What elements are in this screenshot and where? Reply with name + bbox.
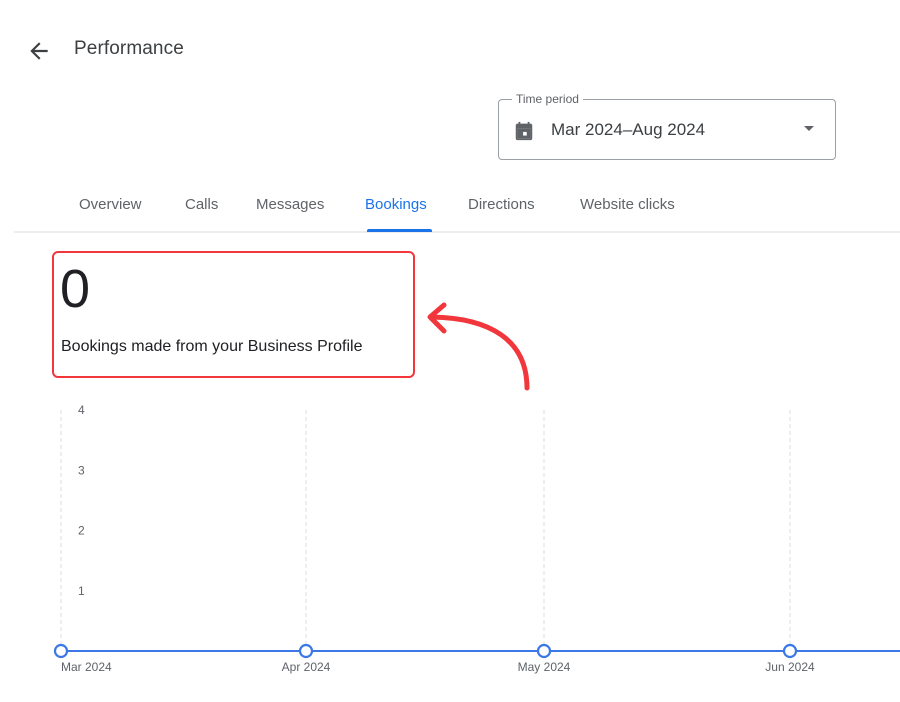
y-tick-label: 1 <box>78 584 85 598</box>
tab-website-clicks[interactable]: Website clicks <box>580 196 675 213</box>
tab-calls[interactable]: Calls <box>185 196 218 213</box>
tab-messages[interactable]: Messages <box>256 196 324 213</box>
back-arrow-icon[interactable] <box>26 38 52 64</box>
time-period-value: Mar 2024–Aug 2024 <box>551 120 706 139</box>
bookings-chart: 1 2 3 4 Mar 2024 Apr 2024 May 2024 Jun 2024 <box>53 403 900 674</box>
calendar-icon <box>515 121 533 141</box>
data-point <box>782 643 798 659</box>
tab-overview[interactable]: Overview <box>79 196 142 213</box>
y-tick-label: 3 <box>78 463 85 477</box>
x-tick-label: Apr 2024 <box>282 660 331 674</box>
data-point <box>298 643 314 659</box>
data-point <box>53 643 69 659</box>
caret-down-icon[interactable] <box>804 126 814 131</box>
highlight-box <box>52 251 415 378</box>
annotation-arrow-icon <box>427 302 530 391</box>
time-period-label: Time period <box>512 92 583 106</box>
y-tick-label: 2 <box>78 524 85 538</box>
page-title: Performance <box>74 38 184 59</box>
y-tick-label: 4 <box>78 403 85 417</box>
tab-directions[interactable]: Directions <box>468 196 535 213</box>
bookings-description: Bookings made from your Business Profile <box>61 338 363 355</box>
x-tick-label: May 2024 <box>518 660 571 674</box>
active-tab-indicator <box>367 229 432 232</box>
data-point <box>536 643 552 659</box>
tab-bookings[interactable]: Bookings <box>365 196 427 213</box>
x-tick-label: Jun 2024 <box>765 660 815 674</box>
tab-divider <box>14 231 900 233</box>
x-tick-label: Mar 2024 <box>61 660 112 674</box>
bookings-count: 0 <box>60 259 91 319</box>
